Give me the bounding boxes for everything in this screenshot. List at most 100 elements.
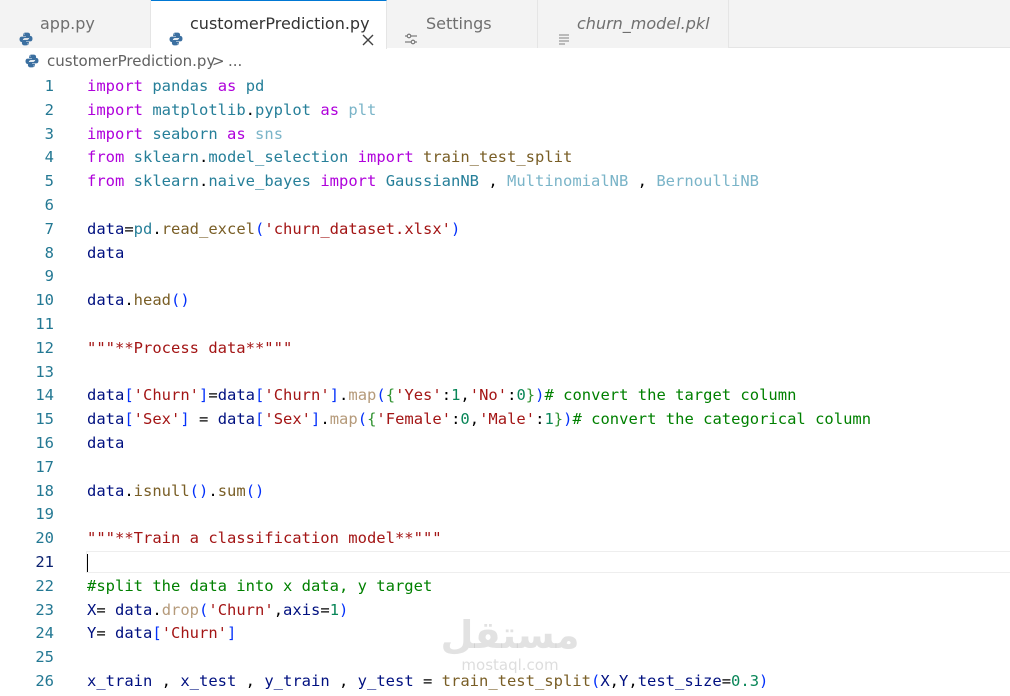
python-icon: [25, 54, 39, 68]
file-lines-icon: [557, 17, 571, 45]
code-token: pd: [133, 219, 153, 238]
code-token: data: [217, 410, 256, 429]
tab-app-py[interactable]: app.py: [0, 0, 151, 48]
code-token: pandas: [152, 77, 209, 95]
code-text: import pandas as pd: [87, 75, 264, 99]
code-token: ]: [227, 624, 237, 643]
code-line[interactable]: 10 data.head(): [0, 289, 1010, 313]
code-line[interactable]: 18 data.isnull().sum(): [0, 480, 1010, 504]
breadcrumb-file[interactable]: customerPrediction.py: [47, 52, 215, 70]
code-token: data: [115, 624, 153, 643]
tab-settings[interactable]: Settings: [387, 0, 538, 48]
code-line[interactable]: 3 import seaborn as sns: [0, 123, 1010, 147]
code-token: (: [357, 410, 368, 429]
code-line[interactable]: 15 data['Sex'] = data['Sex'].map({'Female…: [0, 408, 1010, 432]
code-line[interactable]: 20 """**Train a classification model**""": [0, 527, 1010, 551]
code-token: 0: [516, 386, 526, 405]
code-line[interactable]: 13: [0, 361, 1010, 385]
code-line[interactable]: 22 #split the data into x data, y target: [0, 575, 1010, 599]
code-token: 'Churn': [133, 386, 199, 405]
code-editor[interactable]: 1 import pandas as pd 2 import matplotlib.p…: [0, 75, 1010, 696]
code-token: import: [87, 124, 143, 143]
code-token: data: [115, 600, 153, 619]
code-line[interactable]: 8 data: [0, 242, 1010, 266]
code-line[interactable]: 24 Y= data['Churn']: [0, 622, 1010, 646]
code-line[interactable]: 6: [0, 194, 1010, 218]
code-token: 'Sex': [264, 410, 312, 429]
code-token: axis: [283, 600, 321, 619]
editor-tab-bar: app.py customerPrediction.py Settings ch…: [0, 0, 1010, 49]
code-line[interactable]: 19: [0, 503, 1010, 527]
line-number: 21: [35, 553, 54, 571]
code-line[interactable]: 5 from sklearn.naive_bayes import Gaussia…: [0, 170, 1010, 194]
text-cursor: [87, 554, 88, 572]
tab-churn-model-pkl[interactable]: churn_model.pkl: [538, 0, 729, 48]
code-token: .: [199, 148, 209, 167]
code-line[interactable]: 25: [0, 646, 1010, 670]
code-token: data: [87, 481, 125, 500]
code-token: 'Female': [376, 410, 452, 429]
code-token: x_test: [180, 672, 237, 690]
code-token: =: [189, 410, 218, 429]
code-text: data: [87, 432, 124, 456]
code-token: #split the data into x data, y target: [87, 576, 433, 595]
line-number: 20: [35, 529, 54, 548]
code-token: ,: [329, 672, 358, 690]
code-token: head: [133, 291, 171, 310]
code-token: :: [451, 410, 461, 429]
code-token: ,: [460, 386, 470, 405]
code-line[interactable]: 17: [0, 456, 1010, 480]
code-line[interactable]: 7 data=pd.read_excel('churn_dataset.xlsx'…: [0, 218, 1010, 242]
code-text: #split the data into x data, y target: [87, 575, 432, 599]
code-line[interactable]: 26 x_train , x_test , y_train , y_test = …: [0, 670, 1010, 694]
code-line[interactable]: 21: [0, 551, 1010, 575]
code-token: 'Male': [479, 410, 536, 429]
code-line[interactable]: 9: [0, 265, 1010, 289]
code-token: data: [87, 291, 125, 310]
code-line[interactable]: 1 import pandas as pd: [0, 75, 1010, 99]
code-line[interactable]: 14 data['Churn']=data['Churn'].map({'Yes'…: [0, 384, 1010, 408]
code-token: (): [171, 291, 190, 310]
code-line[interactable]: 11: [0, 313, 1010, 337]
tab-label: Settings: [426, 14, 492, 33]
code-token: ]: [329, 386, 340, 405]
line-number: 15: [35, 410, 54, 429]
code-token: """**Train a classification model**""": [87, 529, 442, 548]
line-number: 4: [44, 148, 54, 167]
code-token: data: [87, 434, 125, 452]
code-line[interactable]: 4 from sklearn.model_selection import tra…: [0, 146, 1010, 170]
breadcrumb-more[interactable]: ...: [228, 52, 242, 70]
line-number: 1: [44, 77, 54, 95]
code-token: ]: [180, 410, 190, 429]
tab-customerprediction-py[interactable]: customerPrediction.py: [151, 0, 387, 49]
code-token: MultinomialNB: [507, 172, 629, 191]
code-text: from sklearn.model_selection import trai…: [87, 146, 572, 170]
line-number: 25: [35, 648, 54, 667]
code-token: 'Churn': [161, 624, 228, 643]
code-token: }: [525, 386, 536, 405]
code-token: drop: [161, 600, 200, 619]
code-line[interactable]: 12 """**Process data**""": [0, 337, 1010, 361]
code-token: data: [87, 219, 125, 238]
python-icon: [19, 17, 33, 46]
code-line[interactable]: 16 data: [0, 432, 1010, 456]
line-number: 19: [35, 505, 54, 524]
code-token: ): [451, 219, 461, 238]
code-line[interactable]: 23 X= data.drop('Churn',axis=1): [0, 599, 1010, 623]
code-token: .: [339, 386, 349, 405]
close-icon[interactable]: [361, 18, 375, 46]
code-token: matplotlib: [152, 100, 246, 119]
code-line[interactable]: 2 import matplotlib.pyplot as plt: [0, 99, 1010, 123]
code-token: ,: [609, 672, 619, 690]
code-token: Y: [619, 672, 629, 690]
code-token: ,: [236, 672, 265, 690]
code-token: isnull: [133, 481, 190, 500]
code-token: (: [376, 386, 386, 405]
code-text: from sklearn.naive_bayes import Gaussian…: [87, 170, 759, 194]
code-token: read_excel: [161, 219, 256, 238]
current-line-highlight: [86, 551, 1010, 573]
